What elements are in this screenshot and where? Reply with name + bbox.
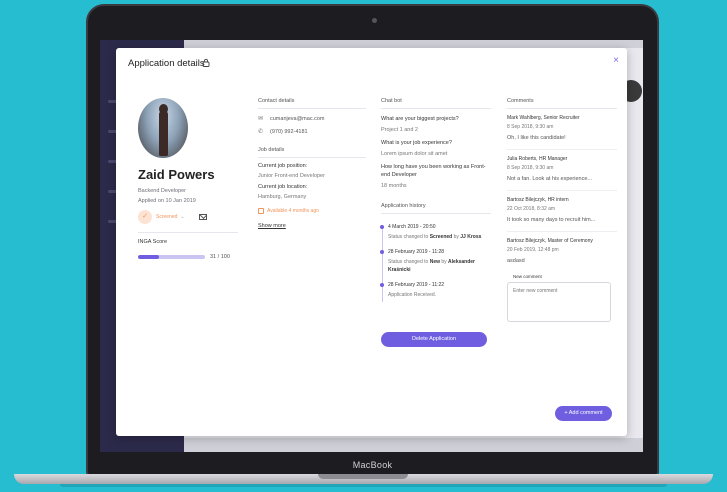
comment-item: Bartosz Bilejczyk, HR intern 22 Oct 2018,… <box>507 197 617 232</box>
laptop-screen: Application details × Zaid Powers Backen… <box>100 40 643 452</box>
camera-icon <box>372 18 377 23</box>
close-icon[interactable]: × <box>613 55 619 66</box>
history-prefix: Status changed to <box>388 234 430 240</box>
phone-text: (970) 992-4181 <box>270 128 308 135</box>
show-more-link[interactable]: Show more <box>258 223 366 229</box>
new-comment-input[interactable] <box>507 282 611 322</box>
background-topbar <box>184 40 643 48</box>
history-heading: Application history <box>381 203 426 209</box>
history-mid: by <box>439 259 449 265</box>
add-comment-button[interactable]: + Add comment <box>555 406 612 421</box>
comments-heading: Comments <box>507 98 534 104</box>
history-date: 28 February 2019 - 11:22 <box>388 282 445 288</box>
laptop-notch <box>318 474 408 479</box>
divider <box>138 232 238 233</box>
candidate-role: Backend Developer <box>138 188 187 194</box>
history-item: 28 February 2019 - 11:28 Status changed t… <box>380 249 491 274</box>
phone-row[interactable]: ✆ (970) 992-4181 <box>258 128 366 136</box>
comment-date: 8 Sep 2018, 9:30 am <box>507 165 554 171</box>
background-footer <box>184 438 643 452</box>
candidate-profile: Zaid Powers Backend Developer Applied on… <box>138 98 238 260</box>
history-date: 28 February 2019 - 11:28 <box>388 249 445 255</box>
comment-author: Mark Wahlberg, Senior Recruiter <box>507 115 580 121</box>
laptop-brand: MacBook <box>352 460 393 470</box>
status-row: ✓ Screened ⌄ <box>138 210 238 224</box>
contact-job-column: Contact details ✉ cumanjeva@mac.com ✆ (9… <box>258 98 366 229</box>
score-row: 31 / 100 <box>138 254 238 260</box>
comment-item: Bartosz Bilejczyk, Master of Ceremony 20 … <box>507 238 617 264</box>
calendar-icon <box>258 208 264 214</box>
contact-heading: Contact details <box>258 98 295 104</box>
comment-item: Mark Wahlberg, Senior Recruiter 8 Sep 201… <box>507 115 617 150</box>
location-value: Hamburg, Germany <box>258 194 307 200</box>
score-value: 31 / 100 <box>210 254 230 260</box>
envelope-icon: ✉ <box>258 116 264 122</box>
comment-text: Not a fan. Look at his experience... <box>507 176 592 182</box>
timeline-dot-icon <box>380 225 384 229</box>
history-item: 4 March 2019 - 20:50 Status changed to Sc… <box>380 224 491 241</box>
candidate-avatar <box>138 98 188 158</box>
mail-icon[interactable] <box>198 214 207 220</box>
delete-application-button[interactable]: Delete Application <box>381 332 487 347</box>
job-heading: Job details <box>258 147 285 153</box>
email-row[interactable]: ✉ cumanjeva@mac.com <box>258 115 366 123</box>
comment-date: 22 Oct 2018, 8:32 am <box>507 206 556 212</box>
modal-title: Application details <box>128 58 205 69</box>
chatbot-heading: Chat bot <box>381 98 402 104</box>
comment-divider <box>507 190 617 191</box>
comment-author: Bartosz Bilejczyk, HR intern <box>507 197 569 203</box>
laptop-shadow <box>60 484 667 487</box>
comments-column: Comments Mark Wahlberg, Senior Recruiter… <box>507 98 617 421</box>
comment-text: It took so many days to recruit him... <box>507 217 596 223</box>
timeline-dot-icon <box>380 250 384 254</box>
score-fill <box>138 255 159 259</box>
availability: Available 4 months ago <box>258 208 366 214</box>
location-label: Current job location: <box>258 184 308 190</box>
comment-date: 8 Sep 2018, 9:30 am <box>507 124 554 130</box>
chatbot-answer: 18 months <box>381 183 407 189</box>
history-item: 28 February 2019 - 11:22 Application Rece… <box>380 282 491 299</box>
comment-author: Bartosz Bilejczyk, Master of Ceremony <box>507 238 593 244</box>
comment-divider <box>507 149 617 150</box>
comment-item: Julia Roberts, HR Manager 8 Sep 2018, 9:3… <box>507 156 617 191</box>
new-comment-label: New comment <box>513 274 542 279</box>
score-label: INGA Score <box>138 239 168 245</box>
history-actor: JJ Kross <box>460 234 482 240</box>
comment-divider <box>507 231 617 232</box>
chatbot-answer: Project 1 and 2 <box>381 127 418 133</box>
history-status: New <box>429 259 440 265</box>
comment-text: Oh, I like this candidate! <box>507 135 566 141</box>
comment-list: Mark Wahlberg, Senior Recruiter 8 Sep 201… <box>507 115 617 264</box>
chatbot-question: How long have you been working as Front-… <box>381 164 486 178</box>
timeline-dot-icon <box>380 283 384 287</box>
application-details-modal: Application details × Zaid Powers Backen… <box>116 48 627 436</box>
history-date: 4 March 2019 - 20:50 <box>388 224 436 230</box>
history-timeline: 4 March 2019 - 20:50 Status changed to Sc… <box>380 224 491 302</box>
comment-author: Julia Roberts, HR Manager <box>507 156 568 162</box>
phone-icon: ✆ <box>258 129 264 135</box>
history-prefix: Status changed to <box>388 259 430 265</box>
status-dropdown[interactable]: Screened <box>156 214 177 220</box>
chatbot-question: What is your job experience? <box>381 140 452 146</box>
position-value: Junior Front-end Developer <box>258 173 325 179</box>
comment-text: asdasd <box>507 258 525 264</box>
email-text: cumanjeva@mac.com <box>270 115 325 122</box>
candidate-name: Zaid Powers <box>138 167 215 182</box>
chevron-down-icon[interactable]: ⌄ <box>180 214 184 220</box>
lock-icon[interactable] <box>202 58 210 67</box>
chatbot-answer: Lorem ipsum dolor sit amet <box>381 151 448 157</box>
history-status: Screened <box>429 234 453 240</box>
position-label: Current job position: <box>258 163 308 169</box>
history-description: Application Received. <box>388 292 437 298</box>
availability-text: Available 4 months ago <box>267 208 319 214</box>
check-icon: ✓ <box>138 210 152 224</box>
applied-date: Applied on 10 Jan 2019 <box>138 198 196 204</box>
chatbot-history-column: Chat bot What are your biggest projects?… <box>380 98 491 347</box>
history-description: Status changed to Screened by JJ Kross <box>388 233 491 241</box>
score-bar <box>138 255 205 259</box>
chatbot-question: What are your biggest projects? <box>381 116 459 122</box>
comment-date: 20 Feb 2019, 12:48 pm <box>507 247 559 253</box>
history-description: Status changed to New by Aleksander Kraś… <box>388 258 491 274</box>
chatbot-qa-list: What are your biggest projects? Project 1… <box>381 115 491 189</box>
